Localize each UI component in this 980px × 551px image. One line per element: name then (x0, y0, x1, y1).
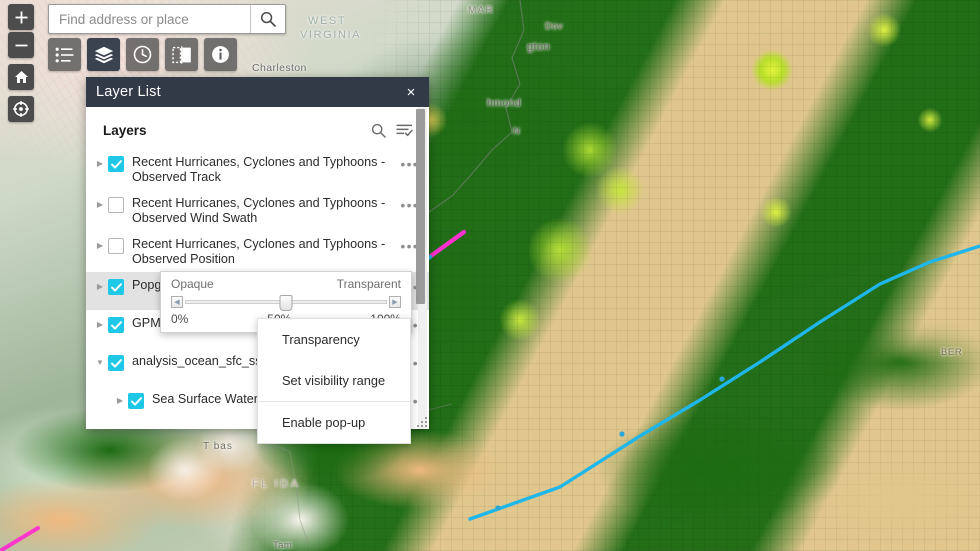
panel-header: Layer List × (86, 77, 429, 107)
layer-name: Recent Hurricanes, Cyclones and Typhoons… (132, 237, 386, 266)
slider-label-transparent: Transparent (336, 277, 401, 291)
chevron-right-icon[interactable]: ▶ (94, 278, 106, 296)
panel-scrollbar-track[interactable] (416, 107, 427, 429)
transparency-slider[interactable]: ◀ ▶ (171, 294, 401, 311)
slider-track[interactable] (185, 295, 387, 311)
zoom-out-button[interactable] (8, 32, 34, 58)
layer-visibility-checkbox[interactable] (108, 355, 124, 371)
close-icon[interactable]: × (401, 82, 421, 102)
chevron-down-icon[interactable]: ▼ (94, 354, 106, 372)
layer-visibility-checkbox[interactable] (108, 197, 124, 213)
search-input[interactable] (49, 5, 250, 33)
plus-icon (15, 11, 27, 23)
layer-visibility-checkbox[interactable] (108, 279, 124, 295)
layer-row[interactable]: ▶ Recent Hurricanes, Cyclones and Typhoon… (86, 231, 429, 272)
legend-button[interactable] (48, 38, 81, 71)
home-icon (14, 71, 28, 83)
search-submit-button[interactable] (250, 5, 285, 33)
layer-list-button[interactable] (87, 38, 120, 71)
minus-icon (15, 44, 27, 46)
slider-decrement-button[interactable]: ◀ (171, 296, 183, 308)
layer-visibility-checkbox[interactable] (128, 393, 144, 409)
context-menu-item[interactable]: Transparency (258, 319, 410, 360)
map-application: WEST VIRGINIA Charleston MAR Dov gton hmond N BE… (0, 0, 980, 551)
layer-name: Recent Hurricanes, Cyclones and Typhoons… (132, 196, 386, 225)
chevron-right-icon[interactable]: ▶ (114, 392, 126, 410)
panel-scrollbar-thumb[interactable] (416, 109, 425, 304)
hurricane-track-cyan (468, 244, 980, 521)
locate-button[interactable] (8, 96, 34, 122)
home-button[interactable] (8, 64, 34, 90)
layers-section-header: Layers (86, 107, 429, 149)
locate-crosshair-icon (13, 101, 29, 117)
chevron-right-icon[interactable]: ▶ (94, 237, 106, 255)
about-button[interactable] (204, 38, 237, 71)
info-icon (212, 46, 229, 63)
slider-end-labels: Opaque Transparent (171, 277, 401, 291)
search-icon[interactable] (367, 119, 389, 141)
swipe-button[interactable] (165, 38, 198, 71)
search-box[interactable] (48, 4, 286, 34)
slider-tick-min: 0% (171, 312, 189, 326)
layers-stack-icon (94, 46, 113, 63)
layer-visibility-checkbox[interactable] (108, 156, 124, 172)
layer-row[interactable]: ▶ Recent Hurricanes, Cyclones and Typhoon… (86, 190, 429, 231)
swipe-panel-icon (171, 45, 191, 64)
slider-label-opaque: Opaque (171, 277, 214, 291)
widget-toolbar[interactable] (48, 38, 237, 71)
slider-increment-button[interactable]: ▶ (389, 296, 401, 308)
layer-name: Recent Hurricanes, Cyclones and Typhoons… (132, 155, 386, 184)
clock-icon (133, 45, 152, 64)
context-menu-item[interactable]: Enable pop-up (258, 402, 410, 443)
layer-context-menu[interactable]: Transparency Set visibility range Enable p… (257, 318, 411, 444)
chevron-right-icon[interactable]: ▶ (94, 196, 106, 214)
layer-row[interactable]: ▶ Recent Hurricanes, Cyclones and Typhoon… (86, 149, 429, 190)
chevron-right-icon[interactable]: ▶ (94, 316, 106, 334)
context-menu-item[interactable]: Set visibility range (258, 360, 410, 401)
hurricane-track-magenta-sw (0, 526, 40, 551)
layer-visibility-checkbox[interactable] (108, 317, 124, 333)
slider-handle[interactable] (279, 295, 293, 311)
search-icon (260, 11, 276, 27)
time-slider-button[interactable] (126, 38, 159, 71)
layer-visibility-checkbox[interactable] (108, 238, 124, 254)
chevron-right-icon[interactable]: ▶ (94, 155, 106, 173)
layers-heading: Layers (103, 122, 147, 138)
zoom-in-button[interactable] (8, 4, 34, 30)
filter-list-check-icon[interactable] (393, 119, 415, 141)
legend-list-icon (55, 47, 74, 62)
panel-title: Layer List (96, 84, 161, 100)
panel-resize-grip[interactable] (417, 417, 427, 427)
